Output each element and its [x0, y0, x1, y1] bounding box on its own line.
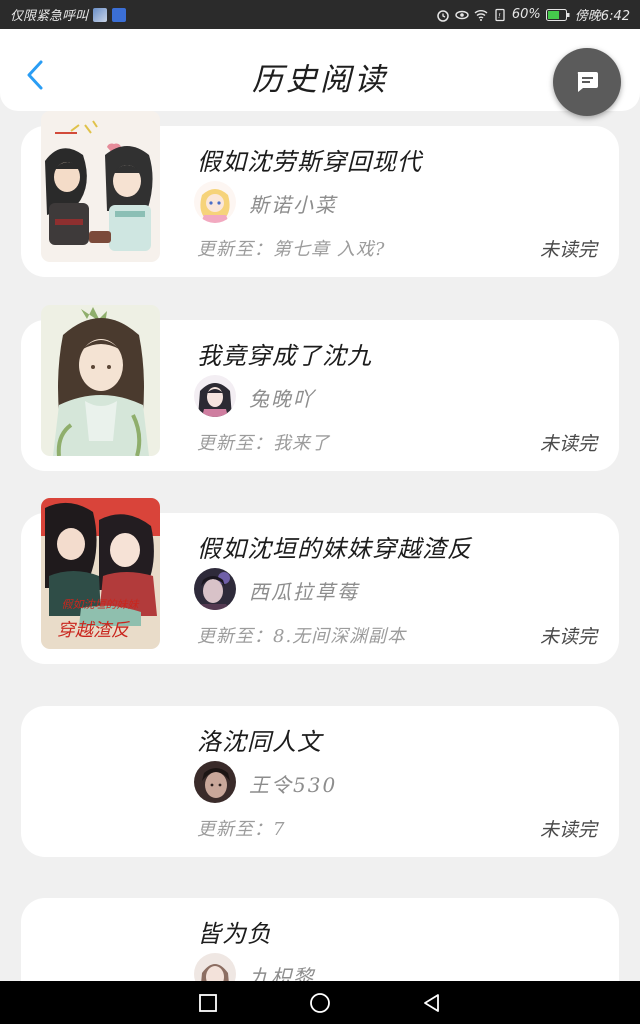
status-bar: 仅限紧急呼叫 ! 60% 傍晚6:42: [0, 0, 640, 29]
author-name: 斯诺小菜: [249, 193, 337, 217]
chat-bubble-icon: [577, 72, 598, 92]
read-status: 未读完: [539, 626, 597, 648]
book-cover[interactable]: [41, 111, 160, 262]
circle-icon: [310, 993, 330, 1013]
book-title: 皆为负: [197, 920, 272, 948]
book-card[interactable]: 洛沈同人文 王令530 更新至：7 未读完: [21, 706, 619, 857]
latest-chapter: 8.无间深渊副本: [273, 626, 407, 647]
wifi-icon: [474, 9, 488, 21]
alarm-icon: [437, 9, 449, 22]
book-card[interactable]: 假如沈劳斯穿回现代 斯诺小菜 更新至：第七章 入戏? 未读完: [21, 111, 619, 277]
read-status: 未读完: [539, 239, 597, 261]
eye-icon: [455, 10, 469, 19]
page-title: 历史阅读: [252, 62, 388, 98]
music-notification-icon: [112, 7, 127, 22]
app-notification-icon: [93, 7, 108, 22]
author-name: 西瓜拉草莓: [249, 580, 359, 604]
read-status: 未读完: [539, 819, 597, 841]
author-avatar[interactable]: [194, 181, 236, 223]
book-cover[interactable]: 假如沈垣的妹妹 穿越渣反: [41, 498, 160, 649]
author-avatar[interactable]: [194, 761, 236, 803]
book-cover[interactable]: [41, 305, 160, 456]
book-title: 假如沈垣的妹妹穿越渣反: [197, 535, 472, 563]
home-button[interactable]: [300, 987, 340, 1019]
book-title: 假如沈劳斯穿回现代: [197, 148, 422, 176]
cover-title-line2: 穿越渣反: [57, 620, 131, 641]
system-navigation-bar: [0, 981, 640, 1024]
author-name: 九枳黎: [249, 965, 315, 981]
status-right: ! 60% 傍晚6:42: [436, 5, 630, 24]
book-card[interactable]: 我竟穿成了沈九 兔晚吖 更新至：我来了 未读完: [21, 305, 619, 471]
book-card[interactable]: 皆为负 九枳黎: [21, 898, 619, 981]
carrier-text: 仅限紧急呼叫: [10, 9, 89, 24]
sim-icon: !: [495, 8, 505, 21]
author-name: 王令530: [249, 773, 338, 797]
author-avatar[interactable]: [194, 953, 236, 981]
top-header: 历史阅读: [0, 29, 640, 111]
cover-illustration: [41, 305, 160, 456]
chat-button[interactable]: [553, 48, 621, 116]
author-avatar[interactable]: [194, 568, 236, 610]
triangle-back-icon: [424, 994, 439, 1012]
book-card[interactable]: 假如沈垣的妹妹 穿越渣反 假如沈垣的妹妹穿越渣反 西瓜拉草莓 更新至：8.无间深…: [21, 498, 619, 664]
author-name: 兔晚吖: [249, 387, 315, 411]
read-status: 未读完: [539, 433, 597, 455]
svg-text:!: !: [498, 12, 501, 20]
book-title: 洛沈同人文: [197, 728, 322, 756]
battery-percent: 60%: [511, 7, 541, 22]
author-avatar[interactable]: [194, 375, 236, 417]
cover-illustration: [41, 111, 160, 262]
book-title: 我竟穿成了沈九: [197, 342, 372, 370]
cover-illustration: 假如沈垣的妹妹 穿越渣反: [41, 498, 160, 649]
status-left: 仅限紧急呼叫: [10, 5, 127, 24]
recent-apps-button[interactable]: [188, 987, 228, 1019]
history-list[interactable]: 假如沈劳斯穿回现代 斯诺小菜 更新至：第七章 入戏? 未读完 我竟穿成了沈九 兔…: [0, 111, 640, 981]
clock-time: 傍晚6:42: [574, 9, 630, 24]
update-info: 更新至：8.无间深渊副本: [197, 626, 407, 647]
battery-icon: [545, 8, 570, 21]
update-info: 更新至：7: [197, 819, 286, 840]
latest-chapter: 7: [273, 819, 286, 840]
latest-chapter: 第七章 入戏?: [273, 239, 386, 260]
square-icon: [199, 994, 217, 1012]
latest-chapter: 我来了: [273, 433, 330, 454]
update-info: 更新至：我来了: [197, 433, 330, 454]
system-back-button[interactable]: [412, 987, 452, 1019]
cover-title-line1: 假如沈垣的妹妹: [62, 598, 141, 611]
update-info: 更新至：第七章 入戏?: [197, 239, 386, 260]
